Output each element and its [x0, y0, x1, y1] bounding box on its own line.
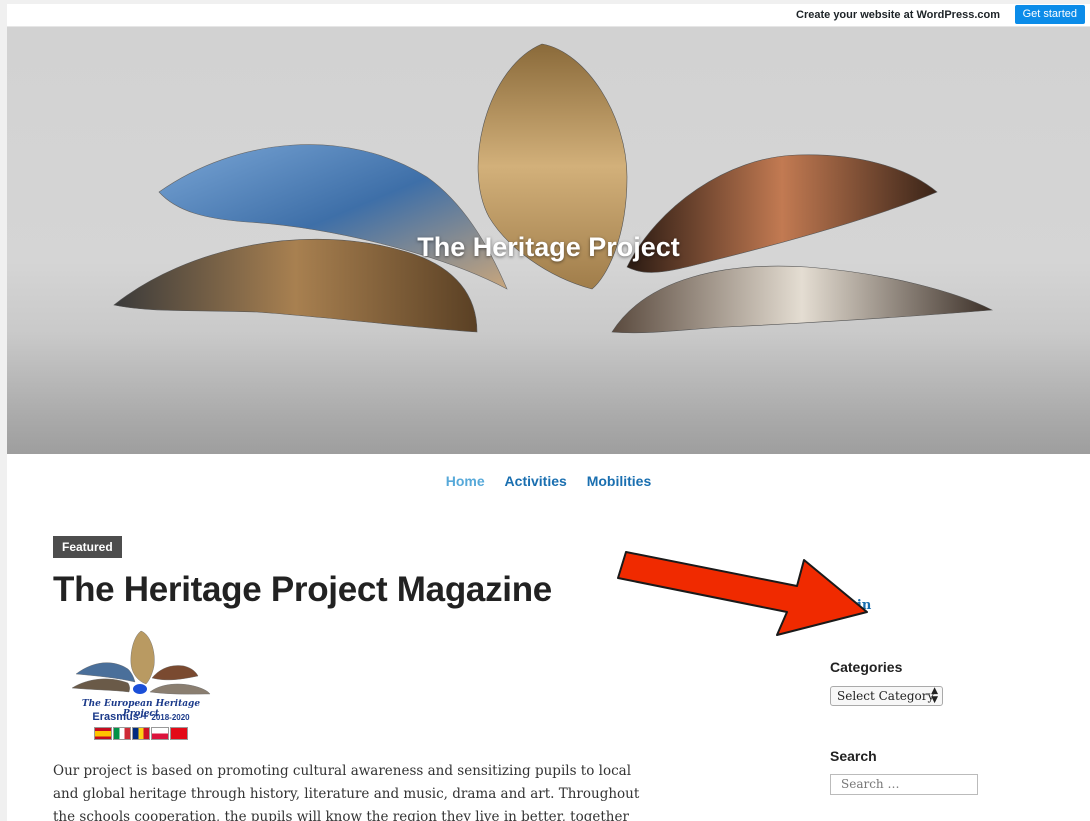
featured-badge: Featured	[53, 536, 122, 558]
logo-years: 2018-2020	[151, 713, 190, 722]
wordpress-bar: Create your website at WordPress.com Get…	[7, 4, 1090, 27]
logo-program-text: Erasmus + 2018-2020	[68, 711, 214, 723]
site-title[interactable]: The Heritage Project	[7, 232, 1090, 263]
create-website-link[interactable]: Create your website at WordPress.com	[796, 9, 1000, 21]
categories-widget-title: Categories	[830, 659, 903, 675]
flag-spain-icon	[94, 727, 112, 740]
select-arrows-icon: ▲ ▼	[931, 686, 938, 705]
post-excerpt: Our project is based on promoting cultur…	[53, 763, 640, 821]
search-input[interactable]: Search …	[830, 774, 978, 795]
flag-italy-icon	[113, 727, 131, 740]
page: Create your website at WordPress.com Get…	[7, 4, 1090, 821]
search-widget-title: Search	[830, 748, 877, 764]
country-flags	[94, 727, 189, 740]
red-arrow-annotation	[617, 551, 868, 636]
nav-item-home[interactable]: Home	[446, 473, 485, 489]
get-started-button[interactable]: Get started	[1014, 5, 1085, 24]
header-image: The Heritage Project	[7, 27, 1090, 454]
post-title[interactable]: The Heritage Project Magazine	[53, 570, 552, 610]
logo-program: Erasmus +	[92, 711, 149, 723]
flag-turkey-icon	[170, 727, 188, 740]
nav-item-mobilities[interactable]: Mobilities	[587, 473, 652, 489]
category-select-value: Select Category	[837, 689, 935, 703]
main-navigation: Home Activities Mobilities	[7, 473, 1090, 489]
nav-item-activities[interactable]: Activities	[505, 473, 567, 489]
category-select[interactable]: Select Category ▲ ▼	[830, 686, 943, 706]
flag-poland-icon	[151, 727, 169, 740]
project-logo[interactable]: The European Heritage Project Erasmus + …	[68, 626, 214, 744]
flag-romania-icon	[132, 727, 150, 740]
